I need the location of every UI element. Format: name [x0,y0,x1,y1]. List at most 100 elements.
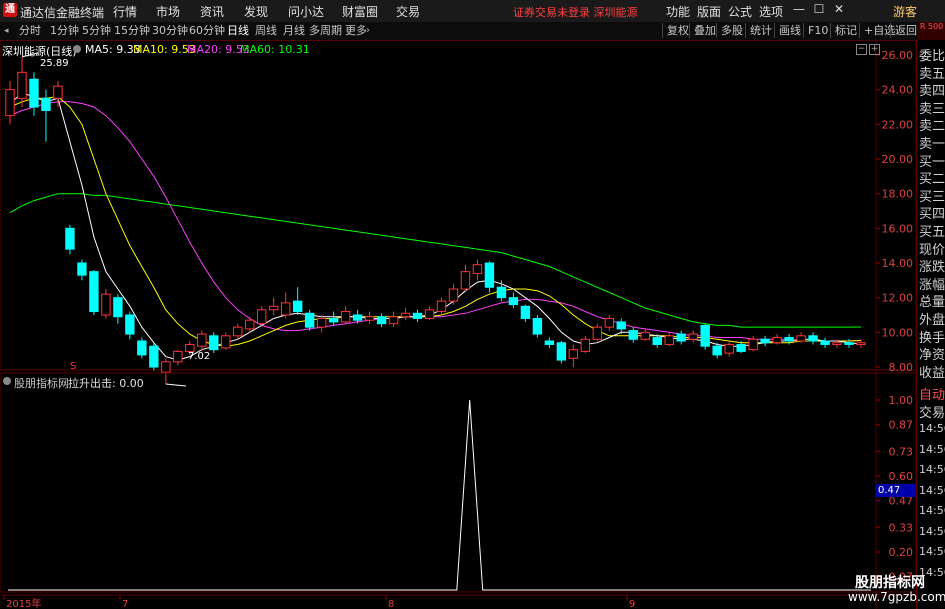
tool-multi-stock[interactable]: 多股 [716,23,747,38]
period-1min[interactable]: 1分钟 [47,24,82,38]
chevron-right-icon[interactable]: › [366,25,370,36]
candle-body [724,343,734,354]
period-5min[interactable]: 5分钟 [79,24,114,38]
candle-body [556,342,567,361]
user-guest[interactable]: 游客 [893,3,917,20]
quote-field-9: 买四 [919,207,945,223]
period-60min[interactable]: 60分钟 [186,24,228,38]
candlesticks [5,52,866,387]
sub-y-tick-label: 1.00 [889,394,914,407]
candle-body [125,314,135,335]
quote-field-10: 买五 [919,225,945,240]
candle-body [664,335,674,345]
tick-time-1: 14:56 [919,442,945,456]
menu-options[interactable]: 选项 [759,3,783,20]
quote-field-2: 卖四 [919,84,945,100]
candle-body [604,317,615,328]
candle-body [77,262,87,276]
candle-body [580,338,591,352]
candle-body [352,314,363,321]
menu-news[interactable]: 资讯 [200,3,224,20]
candle-body [748,338,758,351]
chevron-left-icon[interactable]: ◂ [4,26,12,36]
ma5-line [9,92,862,361]
trade-field-1[interactable]: 交易 [919,402,945,421]
tool-stats[interactable]: 统计 [745,23,776,38]
candle-body [292,300,303,313]
tool-back[interactable]: 返回 [890,23,921,38]
menu-function[interactable]: 功能 [666,3,690,20]
settings-dot-icon[interactable] [73,45,81,53]
sub-y-tick-label: 0.60 [889,470,914,483]
candle-body [856,342,866,345]
quote-field-5: 卖一 [919,137,945,152]
menu-trade[interactable]: 交易 [396,3,420,20]
candle-body [280,302,291,316]
sub-y-tick-label: 0.87 [889,419,914,432]
period-multi[interactable]: 多周期 [306,24,345,38]
sub-settings-dot-icon[interactable] [3,377,11,385]
period-15min[interactable]: 15分钟 [111,24,153,38]
candle-body [532,317,543,335]
candle-body [568,349,579,359]
period-monthly[interactable]: 月线 [280,24,308,38]
menu-discover[interactable]: 发现 [244,3,268,20]
quote-field-3: 卖三 [919,101,945,117]
candle-body [233,326,243,337]
candle-body [149,345,159,368]
candle-body [796,335,806,342]
quote-field-11: 现价 [919,242,945,258]
candle-body [592,326,603,340]
y-tick-label: 26.00 [882,49,914,62]
minimize-icon[interactable]: — [790,2,808,18]
candle-body [221,335,231,349]
menu-ask[interactable]: 问小达 [288,3,324,20]
maximize-icon[interactable]: ☐ [810,2,828,18]
tool-draw[interactable]: 画线 [774,23,805,38]
period-intraday[interactable]: 分时 [16,24,44,38]
menu-market[interactable]: 市场 [156,3,180,20]
quote-field-16: 换手 [919,330,945,346]
tick-time-2: 14:56 [919,463,945,476]
period-weekly[interactable]: 周线 [252,24,280,38]
trade-field-0[interactable]: 自动 [919,384,945,403]
candle-body [652,337,662,345]
plus-icon[interactable]: + [869,44,880,55]
quote-field-13: 涨幅 [919,277,945,293]
login-notice[interactable]: 证券交易未登录 深圳能源 [513,4,638,20]
candle-body [400,312,411,318]
candle-body [688,333,698,340]
candle-body [496,286,507,299]
tick-time-4: 14:56 [919,504,945,517]
quote-field-4: 卖二 [919,119,945,135]
candle-body [760,338,770,344]
x-tick-label: 9 [629,599,635,609]
minus-icon[interactable]: − [856,44,867,55]
quote-field-17: 净资 [919,348,945,364]
kline-chart-svg[interactable]: 26.00 24.00 22.00 20.00 18.00 16.00 14.00 12.00… [0,40,916,609]
candle-body [209,335,219,351]
tool-f10[interactable]: F10 [803,23,832,38]
candle-body [628,330,638,340]
ma60-line [9,193,862,328]
period-daily[interactable]: 日线 [224,24,252,38]
candle-body [676,333,686,342]
menu-quotes[interactable]: 行情 [113,3,137,20]
candle-body [328,317,339,323]
candle-body [41,97,51,111]
quote-field-18: 收益 [919,365,945,381]
period-30min[interactable]: 30分钟 [149,24,191,38]
candle-body [89,271,99,313]
close-icon[interactable]: ✕ [830,2,848,18]
candle-body [316,317,327,328]
candle-body [832,342,842,345]
tool-mark[interactable]: 标记 [830,23,861,38]
menu-layout[interactable]: 版面 [697,3,721,20]
x-tick-label: 7 [122,599,128,609]
menu-wealth-circle[interactable]: 财富圈 [342,3,378,20]
candle-body [772,337,782,344]
menu-formula[interactable]: 公式 [728,3,752,20]
x-tick-label: 8 [388,599,394,609]
quote-field-14: 总量 [919,295,945,311]
candle-body [29,78,39,108]
